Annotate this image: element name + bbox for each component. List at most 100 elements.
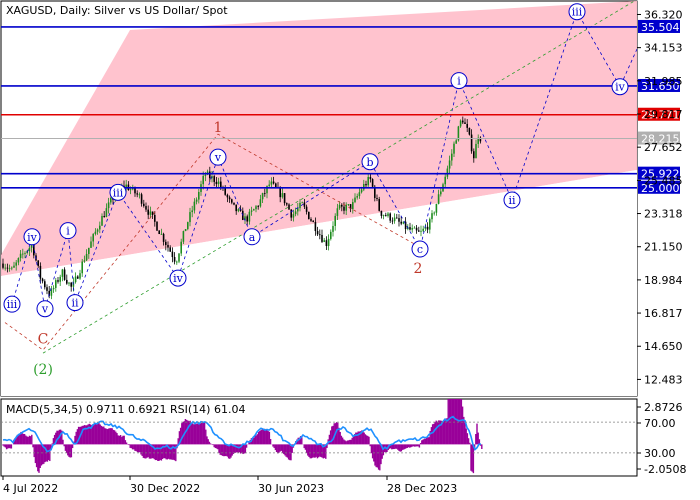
candle-body bbox=[92, 234, 94, 242]
wave-label: iii bbox=[113, 186, 124, 199]
candle-body bbox=[138, 194, 141, 196]
candle-body bbox=[83, 260, 86, 262]
candle-body bbox=[446, 168, 449, 177]
candle-body bbox=[462, 120, 464, 123]
candle-body bbox=[99, 225, 101, 230]
wave-label: iv bbox=[615, 81, 626, 94]
candle-body bbox=[19, 253, 22, 259]
candle-body bbox=[371, 179, 374, 187]
candle-body bbox=[415, 227, 418, 231]
price-tick-label: 12.483 bbox=[644, 373, 683, 386]
candle-body bbox=[279, 187, 281, 198]
candle-body bbox=[422, 228, 424, 231]
candle-body bbox=[96, 229, 99, 232]
candle-body bbox=[215, 181, 218, 185]
price-tick-label: 34.153 bbox=[644, 42, 683, 55]
candle-body bbox=[182, 231, 185, 242]
chart-title: XAGUSD, Daily: Silver vs US Dollar/ Spot bbox=[6, 4, 228, 17]
candle-body bbox=[330, 231, 332, 239]
indicator-tick-label: 70.00 bbox=[644, 417, 676, 430]
candle-body bbox=[184, 229, 187, 232]
candle-body bbox=[176, 261, 178, 263]
candle-body bbox=[250, 210, 253, 212]
indicator-tick-label: 30.00 bbox=[644, 447, 676, 460]
wave-label: 1 bbox=[214, 120, 223, 136]
candle-body bbox=[299, 202, 301, 209]
candle-body bbox=[464, 122, 466, 124]
indicator-tick-label: -2.0508 bbox=[644, 463, 686, 476]
candle-body bbox=[409, 227, 411, 230]
wave-label: ii bbox=[508, 194, 516, 207]
candle-body bbox=[66, 279, 68, 284]
candle-body bbox=[253, 209, 255, 211]
price-tick-label: 27.652 bbox=[644, 141, 683, 154]
candle-body bbox=[389, 213, 391, 221]
wave-label: (2) bbox=[33, 362, 53, 378]
wave-label: iii bbox=[572, 6, 583, 19]
candle-body bbox=[81, 261, 83, 274]
candle-body bbox=[178, 253, 180, 262]
candle-body bbox=[473, 151, 475, 159]
candle-body bbox=[228, 197, 231, 200]
candle-body bbox=[39, 265, 42, 279]
candle-body bbox=[270, 181, 273, 185]
candle-body bbox=[400, 221, 402, 224]
indicator-label: MACD(5,34,5) 0.9711 0.6921 RSI(14) 61.04 bbox=[6, 403, 246, 416]
candle-body bbox=[360, 189, 363, 193]
candle-body bbox=[341, 204, 343, 207]
candle-body bbox=[151, 211, 154, 215]
candle-body bbox=[294, 211, 297, 215]
candle-body bbox=[352, 202, 354, 210]
price-tick-label: 14.650 bbox=[644, 340, 683, 353]
candle-body bbox=[275, 183, 277, 188]
candle-body bbox=[288, 204, 290, 210]
candle-body bbox=[347, 204, 350, 205]
candle-body bbox=[46, 287, 48, 291]
candle-body bbox=[396, 217, 398, 219]
candle-body bbox=[413, 227, 416, 229]
candle-body bbox=[169, 247, 171, 252]
candle-body bbox=[2, 263, 4, 268]
candle-body bbox=[312, 220, 314, 223]
candle-body bbox=[255, 206, 257, 210]
candle-body bbox=[420, 230, 422, 232]
candle-body bbox=[325, 240, 328, 247]
wave-label: ii bbox=[71, 297, 79, 310]
candle-body bbox=[110, 197, 112, 203]
candle-body bbox=[259, 199, 262, 207]
candle-body bbox=[195, 199, 198, 202]
candle-body bbox=[468, 127, 471, 135]
candle-body bbox=[354, 197, 356, 203]
candle-body bbox=[433, 212, 435, 214]
candle-body bbox=[68, 282, 70, 284]
candle-body bbox=[140, 194, 143, 204]
candle-body bbox=[272, 181, 275, 184]
price-tick-label: 31.985 bbox=[644, 75, 683, 88]
candle-body bbox=[418, 230, 420, 232]
candle-body bbox=[167, 244, 169, 248]
candle-body bbox=[162, 233, 165, 242]
candle-body bbox=[61, 269, 64, 277]
candle-body bbox=[380, 210, 383, 216]
candle-body bbox=[385, 215, 387, 217]
wave-label: iv bbox=[27, 231, 38, 244]
candle-body bbox=[94, 231, 97, 235]
wave-label: v bbox=[41, 303, 49, 316]
candle-body bbox=[301, 202, 303, 204]
candle-body bbox=[466, 123, 468, 128]
candle-body bbox=[17, 258, 20, 263]
wave-label: a bbox=[249, 231, 256, 244]
candle-body bbox=[332, 225, 334, 232]
candle-body bbox=[429, 219, 431, 230]
wave-label: i bbox=[66, 225, 70, 238]
candle-body bbox=[22, 253, 24, 255]
candle-body bbox=[290, 209, 292, 218]
candle-body bbox=[286, 203, 288, 205]
candle-body bbox=[453, 143, 455, 154]
candle-body bbox=[77, 276, 79, 279]
candle-body bbox=[85, 253, 88, 261]
candle-body bbox=[440, 191, 442, 195]
candle-body bbox=[281, 193, 284, 198]
price-tick-label: 16.817 bbox=[644, 307, 683, 320]
wave-label: C bbox=[38, 331, 49, 347]
